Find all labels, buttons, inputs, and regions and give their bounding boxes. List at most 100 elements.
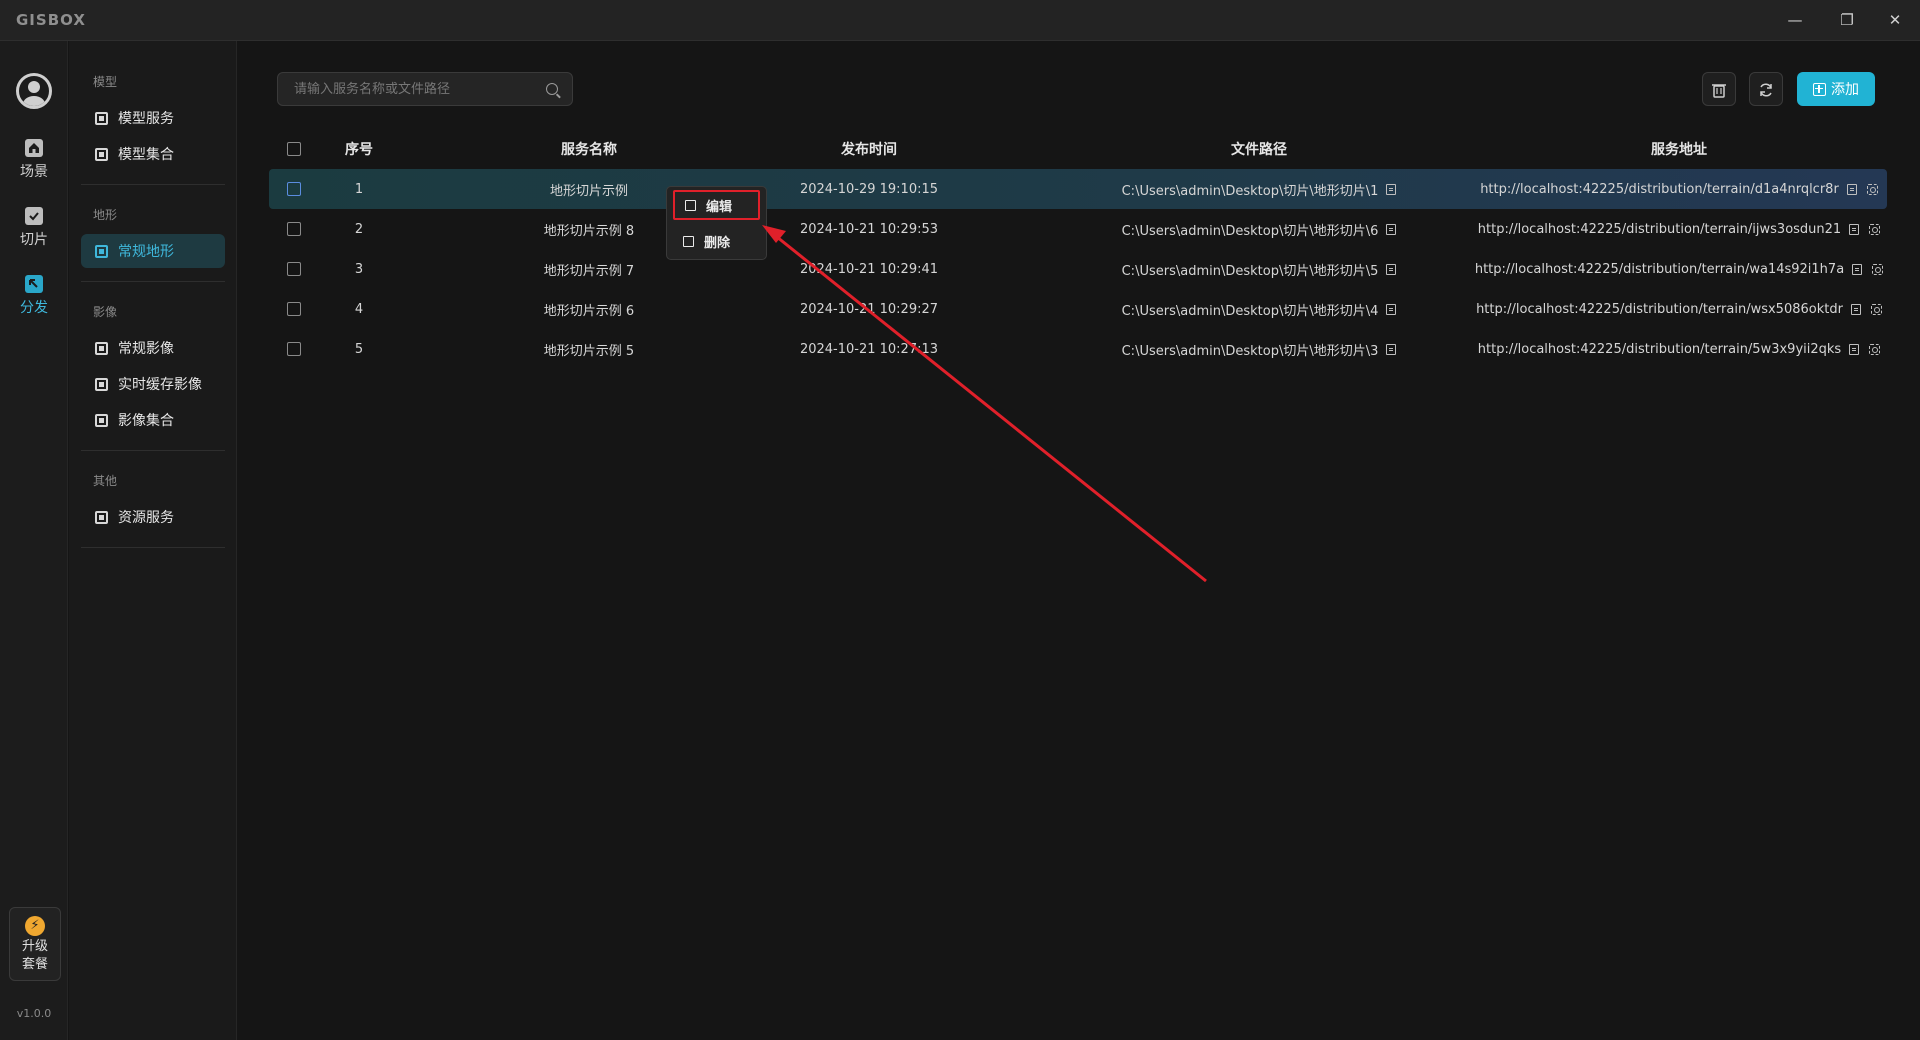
sidebar-item-label: 影像集合 — [118, 413, 174, 429]
rail-label: 分发 — [20, 300, 48, 316]
divider — [81, 547, 225, 548]
preview-icon[interactable] — [1869, 343, 1881, 355]
preview-icon[interactable] — [1872, 263, 1884, 275]
row-path: C:\Users\admin\Desktop\切片\地形切片\3 — [1121, 343, 1379, 359]
sidebar-item-model-collection[interactable]: 模型集合 — [81, 137, 225, 171]
table-row[interactable]: 5 地形切片示例 5 2024-10-21 10:27:13 C:\Users\… — [269, 329, 1887, 369]
copy-icon[interactable] — [1849, 223, 1860, 235]
copy-icon[interactable] — [1852, 263, 1863, 275]
select-all-checkbox[interactable] — [287, 142, 301, 156]
sidebar-item-label: 常规影像 — [118, 341, 174, 357]
row-url: http://localhost:42225/distribution/terr… — [1477, 341, 1842, 357]
divider — [81, 281, 225, 282]
open-folder-icon[interactable] — [1386, 223, 1397, 235]
row-time: 2024-10-21 10:27:13 — [799, 341, 939, 357]
sidebar-item-regular-terrain[interactable]: 常规地形 — [81, 234, 225, 268]
context-menu-label: 删除 — [704, 235, 731, 251]
group-title-imagery: 影像 — [93, 305, 118, 319]
upgrade-plan-button[interactable]: ⚡ 升级套餐 — [9, 907, 61, 981]
rail-label: 场景 — [20, 164, 48, 180]
row-index: 3 — [354, 261, 364, 277]
table-row[interactable]: 3 地形切片示例 7 2024-10-21 10:29:41 C:\Users\… — [269, 249, 1887, 289]
lightning-icon: ⚡ — [25, 916, 45, 936]
add-button[interactable]: 添加 — [1797, 72, 1875, 106]
home-icon — [25, 139, 43, 157]
row-checkbox[interactable] — [287, 342, 301, 356]
context-menu-delete[interactable]: 删除 — [673, 226, 760, 256]
rail-item-distribute[interactable]: 分发 — [0, 275, 68, 331]
row-path: C:\Users\admin\Desktop\切片\地形切片\4 — [1121, 303, 1379, 319]
sidebar-item-model-service[interactable]: 模型服务 — [81, 101, 225, 135]
sidebar-item-label: 常规地形 — [118, 244, 174, 260]
rail-item-slice[interactable]: 切片 — [0, 207, 68, 263]
row-url: http://localhost:42225/distribution/terr… — [1476, 301, 1843, 317]
sidebar-item-label: 模型集合 — [118, 147, 174, 163]
sidebar-item-realtime-cache-imagery[interactable]: 实时缓存影像 — [81, 367, 225, 401]
title-bar: GISBOX — ❐ ✕ — [0, 0, 1920, 41]
maximize-button[interactable]: ❐ — [1833, 8, 1861, 32]
refresh-icon — [1760, 83, 1772, 97]
header-url: 服务地址 — [1651, 142, 1707, 158]
row-index: 4 — [354, 301, 364, 317]
header-time: 发布时间 — [841, 142, 897, 158]
row-path: C:\Users\admin\Desktop\切片\地形切片\5 — [1121, 263, 1379, 279]
row-checkbox[interactable] — [287, 222, 301, 236]
table-header: 序号 服务名称 发布时间 文件路径 服务地址 — [269, 130, 1887, 168]
refresh-button[interactable] — [1749, 72, 1783, 106]
preview-icon[interactable] — [1869, 223, 1881, 235]
open-folder-icon[interactable] — [1386, 263, 1397, 275]
preview-icon[interactable] — [1870, 303, 1882, 315]
row-checkbox[interactable] — [287, 302, 301, 316]
version-label: v1.0.0 — [16, 1007, 52, 1020]
search-icon[interactable] — [546, 83, 558, 95]
secondary-sidebar: 模型 模型服务 模型集合 地形 常规地形 影像 常规影像 实时缓存影像 影像集合… — [69, 41, 237, 1040]
row-checkbox[interactable] — [287, 182, 301, 196]
table-row[interactable]: 4 地形切片示例 6 2024-10-21 10:29:27 C:\Users\… — [269, 289, 1887, 329]
open-folder-icon[interactable] — [1386, 183, 1397, 195]
row-path: C:\Users\admin\Desktop\切片\地形切片\1 — [1121, 183, 1379, 199]
copy-icon[interactable] — [1846, 183, 1857, 195]
copy-icon[interactable] — [1849, 343, 1860, 355]
header-path: 文件路径 — [1231, 142, 1287, 158]
open-folder-icon[interactable] — [1386, 343, 1397, 355]
avatar[interactable] — [16, 73, 52, 109]
table-row[interactable]: 1 地形切片示例 2024-10-29 19:10:15 C:\Users\ad… — [269, 169, 1887, 209]
row-index: 2 — [354, 221, 364, 237]
edit-icon — [685, 199, 696, 211]
row-checkbox[interactable] — [287, 262, 301, 276]
search-box — [277, 72, 573, 106]
cache-imagery-icon — [95, 377, 108, 391]
minimize-button[interactable]: — — [1781, 8, 1809, 32]
context-menu-label: 编辑 — [706, 199, 733, 215]
row-url: http://localhost:42225/distribution/terr… — [1480, 181, 1839, 197]
trash-icon — [1712, 84, 1726, 98]
row-time: 2024-10-21 10:29:53 — [799, 221, 939, 237]
row-time: 2024-10-29 19:10:15 — [799, 181, 939, 197]
row-url: http://localhost:42225/distribution/terr… — [1474, 261, 1845, 277]
imagery-collection-icon — [95, 413, 108, 427]
upgrade-label: 升级套餐 — [21, 939, 48, 972]
plus-icon — [1813, 82, 1826, 96]
divider — [81, 184, 225, 185]
row-name: 地形切片示例 6 — [543, 303, 635, 319]
open-folder-icon[interactable] — [1386, 303, 1397, 315]
header-name: 服务名称 — [561, 142, 617, 158]
trash-icon — [683, 235, 694, 247]
app-logo: GISBOX — [16, 11, 86, 29]
table-row[interactable]: 2 地形切片示例 8 2024-10-21 10:29:53 C:\Users\… — [269, 209, 1887, 249]
sidebar-item-regular-imagery[interactable]: 常规影像 — [81, 331, 225, 365]
sidebar-item-label: 资源服务 — [118, 510, 174, 526]
close-button[interactable]: ✕ — [1881, 8, 1909, 32]
context-menu-edit[interactable]: 编辑 — [673, 190, 760, 220]
sidebar-item-imagery-collection[interactable]: 影像集合 — [81, 403, 225, 437]
slice-icon — [25, 207, 43, 225]
row-index: 1 — [354, 181, 364, 197]
sidebar-item-resource-service[interactable]: 资源服务 — [81, 500, 225, 534]
search-input[interactable] — [278, 73, 538, 105]
group-title-terrain: 地形 — [93, 208, 118, 222]
copy-icon[interactable] — [1850, 303, 1861, 315]
preview-icon[interactable] — [1866, 183, 1878, 195]
row-url: http://localhost:42225/distribution/terr… — [1477, 221, 1842, 237]
delete-button[interactable] — [1702, 72, 1736, 106]
rail-item-scene[interactable]: 场景 — [0, 139, 68, 195]
